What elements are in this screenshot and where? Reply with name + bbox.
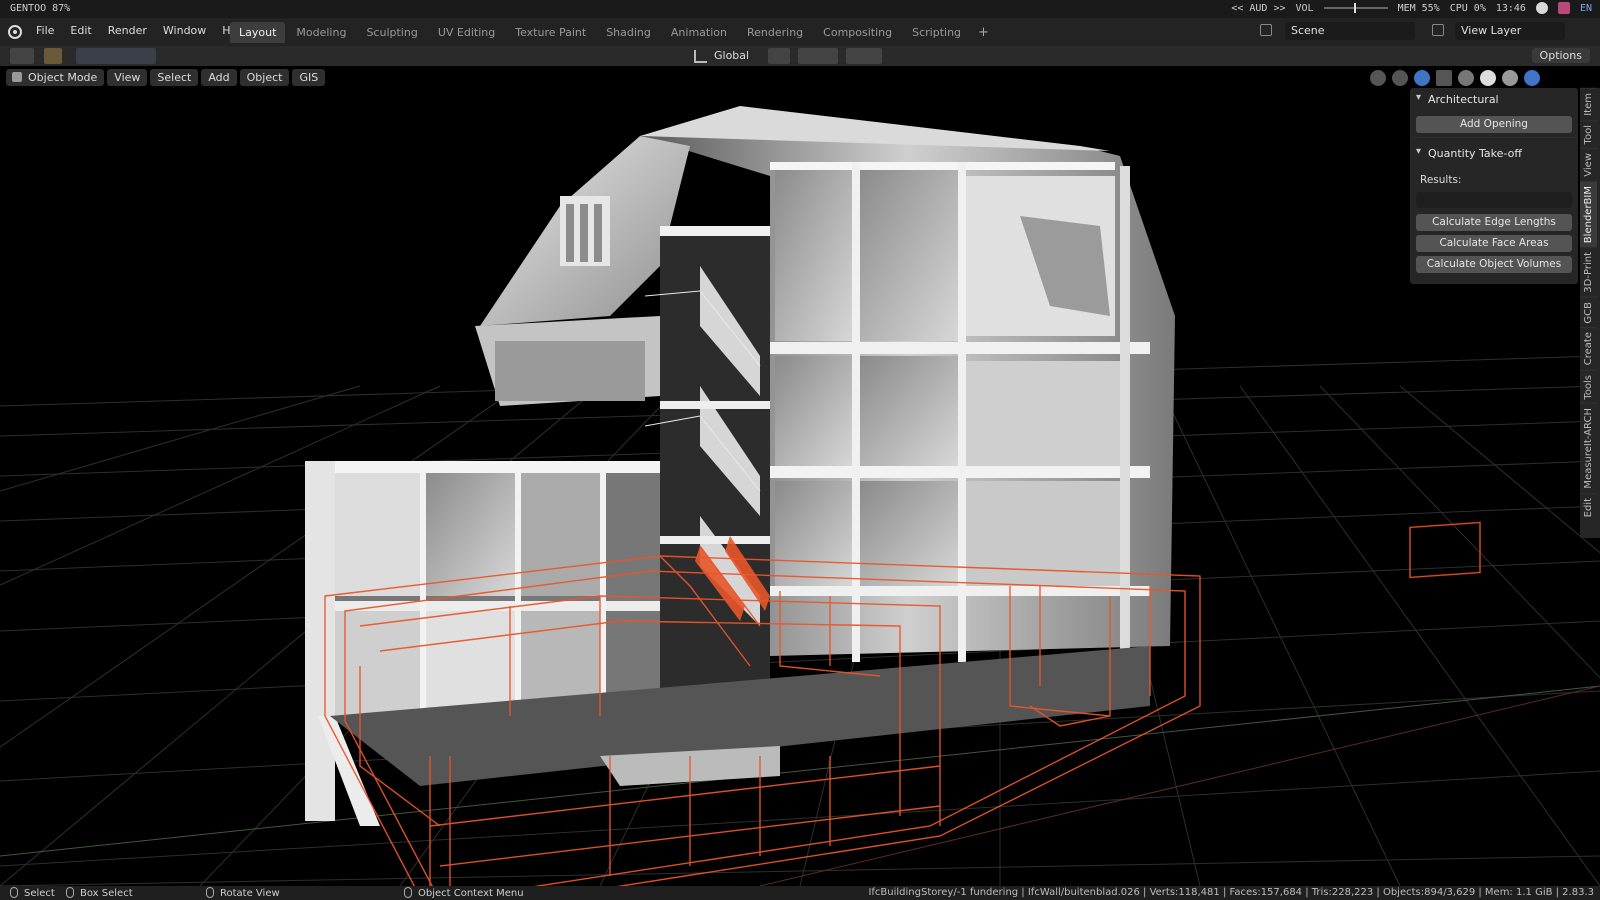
status-select: Select: [24, 888, 55, 899]
view-layer-selector[interactable]: View Layer: [1455, 22, 1565, 40]
tab-layout[interactable]: Layout: [230, 22, 286, 43]
status-box-select: Box Select: [80, 888, 133, 899]
sidetab-blenderbim[interactable]: BlenderBIM: [1580, 180, 1597, 248]
volume-label: VOL: [1295, 2, 1314, 14]
wireframe-shading-icon[interactable]: [1458, 70, 1474, 86]
main-menu: File Edit Render Window Help: [28, 24, 255, 37]
status-bar: Select Box Select Rotate View Object Con…: [0, 886, 1600, 900]
panel-divider: [1410, 137, 1578, 138]
status-rotate-view: Rotate View: [220, 888, 280, 899]
3d-viewport[interactable]: Object Mode View Select Add Object GIS ▾…: [0, 66, 1600, 886]
user-icon[interactable]: [1535, 2, 1548, 14]
audio-control[interactable]: << AUD >>: [1231, 3, 1285, 14]
drag-mouse-icon: [66, 887, 74, 898]
sidebar-tabs: Item Tool View BlenderBIM 3D-Print GCB C…: [1580, 88, 1600, 538]
host-status: GENTOO 87%: [10, 3, 71, 14]
tab-uv-editing[interactable]: UV Editing: [429, 22, 504, 43]
tray-app-icon[interactable]: [1557, 2, 1570, 14]
results-label: Results:: [1420, 174, 1462, 186]
visibility-icon[interactable]: [1370, 70, 1386, 86]
options-dropdown[interactable]: Options: [1531, 48, 1590, 63]
add-opening-button[interactable]: Add Opening: [1416, 116, 1572, 133]
tab-compositing[interactable]: Compositing: [814, 22, 901, 43]
results-field[interactable]: [1416, 192, 1572, 208]
tab-sculpting[interactable]: Sculpting: [357, 22, 426, 43]
snapping-icon[interactable]: [798, 48, 838, 64]
material-shading-icon[interactable]: [1502, 70, 1518, 86]
gis-menu[interactable]: GIS: [292, 69, 326, 86]
tab-rendering[interactable]: Rendering: [738, 22, 812, 43]
add-workspace-button[interactable]: +: [972, 22, 995, 43]
sidetab-tools[interactable]: Tools: [1580, 369, 1597, 404]
solid-shading-icon[interactable]: [1480, 70, 1496, 86]
left-mouse-icon: [10, 887, 18, 898]
sidetab-measureit-arch[interactable]: MeasureIt-ARCH: [1580, 403, 1597, 493]
volume-slider[interactable]: [1323, 3, 1388, 13]
calculate-face-areas-button[interactable]: Calculate Face Areas: [1416, 235, 1572, 252]
quantity-takeoff-panel-header[interactable]: Quantity Take-off: [1410, 142, 1578, 166]
view-menu[interactable]: View: [107, 69, 148, 86]
gizmo-icon[interactable]: [1392, 70, 1408, 86]
transform-orientation-dropdown[interactable]: Global: [690, 48, 756, 64]
rendered-shading-icon[interactable]: [1524, 70, 1540, 86]
memory-usage: MEM 55%: [1397, 2, 1440, 14]
sidetab-view[interactable]: View: [1580, 148, 1597, 181]
scene-statistics: IfcBuildingStorey/-1 fundering | IfcWall…: [868, 887, 1594, 898]
top-bar: File Edit Render Window Help Layout Mode…: [0, 18, 1600, 46]
tab-modeling[interactable]: Modeling: [287, 22, 355, 43]
tool-header: Global Options: [0, 46, 1600, 66]
proportional-editing-icon[interactable]: [846, 48, 882, 64]
editor-type-icon[interactable]: [10, 48, 34, 64]
building-geometry: [305, 106, 1175, 826]
calculate-object-volumes-button[interactable]: Calculate Object Volumes: [1416, 256, 1572, 273]
add-menu[interactable]: Add: [201, 69, 237, 86]
viewport-header: Object Mode View Select Add Object GIS: [6, 69, 326, 86]
tab-scripting[interactable]: Scripting: [903, 22, 970, 43]
sidetab-tool[interactable]: Tool: [1580, 119, 1597, 149]
menu-render[interactable]: Render: [100, 24, 155, 37]
building-model-render: [0, 106, 1600, 886]
volume-knob[interactable]: [1353, 3, 1356, 13]
right-mouse-icon: [404, 887, 412, 898]
menu-window[interactable]: Window: [155, 24, 214, 37]
architectural-panel-header[interactable]: Architectural: [1410, 88, 1578, 112]
clock: 13:46: [1495, 2, 1526, 14]
view-layer-icon[interactable]: [1432, 24, 1450, 38]
menu-file[interactable]: File: [28, 24, 62, 37]
select-tool-icon[interactable]: [44, 48, 62, 64]
status-context-menu: Object Context Menu: [418, 888, 524, 899]
selection-mode-icons[interactable]: [76, 48, 156, 64]
system-bar: GENTOO 87% << AUD >> VOL MEM 55% CPU 0% …: [0, 0, 1600, 18]
tab-animation[interactable]: Animation: [662, 22, 736, 43]
select-menu[interactable]: Select: [150, 69, 199, 86]
scene-icon[interactable]: [1260, 24, 1278, 38]
sidetab-3d-print[interactable]: 3D-Print: [1580, 247, 1597, 297]
sidetab-gcb[interactable]: GCB: [1580, 296, 1597, 328]
tab-texture-paint[interactable]: Texture Paint: [506, 22, 595, 43]
cpu-usage: CPU 0%: [1449, 2, 1486, 14]
keyboard-layout[interactable]: EN: [1580, 3, 1592, 14]
sidetab-item[interactable]: Item: [1580, 88, 1597, 120]
scene-selector[interactable]: Scene: [1285, 22, 1415, 40]
pivot-point-icon[interactable]: [768, 48, 790, 64]
sidebar-panel: Architectural Add Opening Quantity Take-…: [1410, 88, 1578, 284]
viewport-shading-controls: [1370, 70, 1540, 86]
object-menu[interactable]: Object: [239, 69, 290, 86]
menu-edit[interactable]: Edit: [62, 24, 99, 37]
sidetab-edit[interactable]: Edit: [1580, 492, 1597, 522]
workspace-tabs: Layout Modeling Sculpting UV Editing Tex…: [230, 22, 995, 43]
sidetab-create[interactable]: Create: [1580, 327, 1597, 370]
object-mode-dropdown[interactable]: Object Mode: [6, 69, 105, 86]
xray-icon[interactable]: [1436, 70, 1452, 86]
calculate-edge-lengths-button[interactable]: Calculate Edge Lengths: [1416, 214, 1572, 231]
middle-mouse-icon: [206, 887, 214, 898]
blender-logo-icon[interactable]: [8, 25, 22, 39]
tab-shading[interactable]: Shading: [597, 22, 660, 43]
overlays-icon[interactable]: [1414, 70, 1430, 86]
